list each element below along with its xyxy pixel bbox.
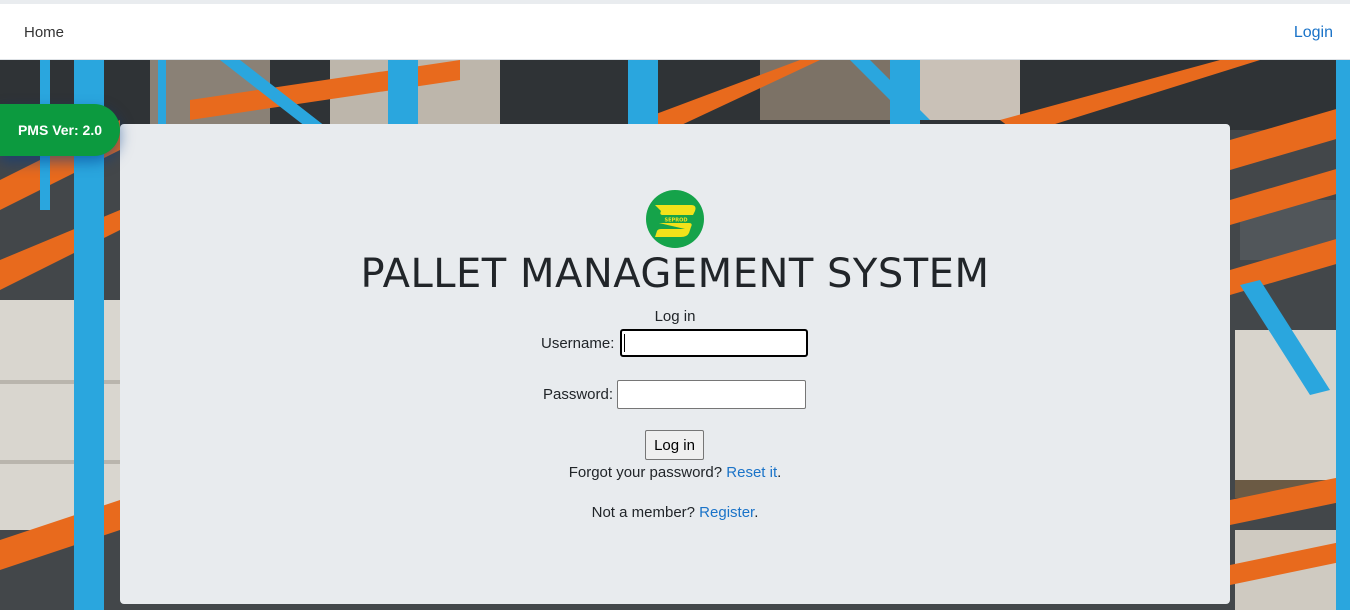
page-title: PALLET MANAGEMENT SYSTEM [360,251,990,297]
login-form-heading: Log in [654,308,696,325]
top-navbar: Home Login [0,0,1350,60]
version-badge: PMS Ver: 2.0 [0,104,120,156]
register-link[interactable]: Register [699,504,754,521]
seprod-logo-icon: SEPROD [646,190,704,248]
forgot-period: . [777,464,782,481]
register-line: Not a member? Register. [120,504,1230,521]
nav-login-link[interactable]: Login [1294,24,1333,42]
logo-text: SEPROD [665,218,688,224]
forgot-password-line: Forgot your password? Reset it. [120,464,1230,481]
text-cursor [624,334,625,352]
login-submit-button[interactable]: Log in [645,430,704,460]
password-input[interactable] [617,380,806,409]
not-member-text: Not a member? [591,504,695,521]
username-label: Username: [541,335,615,352]
password-label: Password: [543,386,614,403]
login-card: SEPROD PALLET MANAGEMENT SYSTEM Log in U… [120,124,1230,604]
reset-password-link[interactable]: Reset it [726,464,777,481]
username-input[interactable] [620,329,808,357]
forgot-password-text: Forgot your password? [568,464,723,481]
nav-home-link[interactable]: Home [24,24,64,41]
register-period: . [754,504,759,521]
